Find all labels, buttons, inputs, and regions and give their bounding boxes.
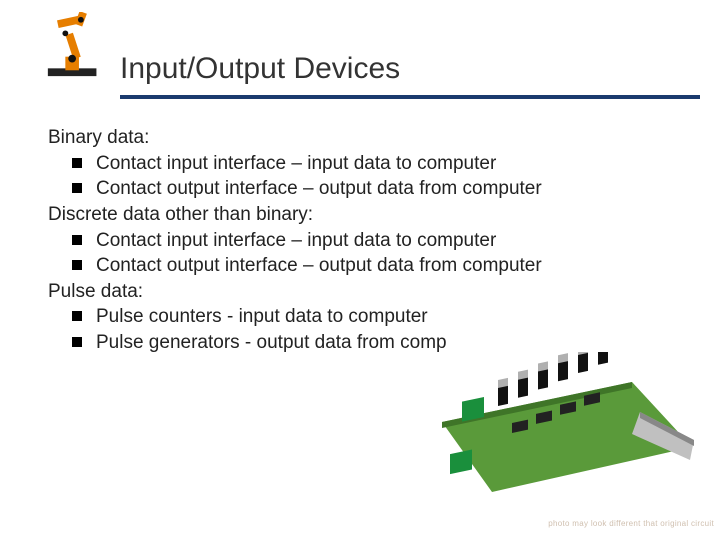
square-bullet-icon <box>72 337 82 347</box>
bullet-text: Contact input interface – input data to … <box>96 151 496 177</box>
bullet-text: Contact input interface – input data to … <box>96 228 496 254</box>
bullet-item: Pulse counters - input data to computer <box>72 304 678 330</box>
bullet-text: Pulse counters - input data to computer <box>96 304 428 330</box>
circuit-board-image <box>432 352 712 512</box>
bullet-item: Contact output interface – output data f… <box>72 253 678 279</box>
robot-arm-icon <box>38 12 116 80</box>
slide-title: Input/Output Devices <box>120 52 400 86</box>
content-body: Binary data: Contact input interface – i… <box>48 125 678 356</box>
section-label: Pulse data: <box>48 279 678 305</box>
bullet-item: Contact input interface – input data to … <box>72 228 678 254</box>
title-underline <box>120 95 700 99</box>
slide: Input/Output Devices Binary data: Contac… <box>0 0 720 540</box>
square-bullet-icon <box>72 235 82 245</box>
bullet-item: Contact output interface – output data f… <box>72 176 678 202</box>
bullet-item: Contact input interface – input data to … <box>72 151 678 177</box>
bullet-text: Pulse generators - output data from comp <box>96 330 447 356</box>
bullet-text: Contact output interface – output data f… <box>96 176 542 202</box>
section-label: Discrete data other than binary: <box>48 202 678 228</box>
square-bullet-icon <box>72 183 82 193</box>
section-label: Binary data: <box>48 125 678 151</box>
bullet-text: Contact output interface – output data f… <box>96 253 542 279</box>
square-bullet-icon <box>72 260 82 270</box>
square-bullet-icon <box>72 311 82 321</box>
square-bullet-icon <box>72 158 82 168</box>
footnote-text: photo may look different that original c… <box>548 519 714 528</box>
